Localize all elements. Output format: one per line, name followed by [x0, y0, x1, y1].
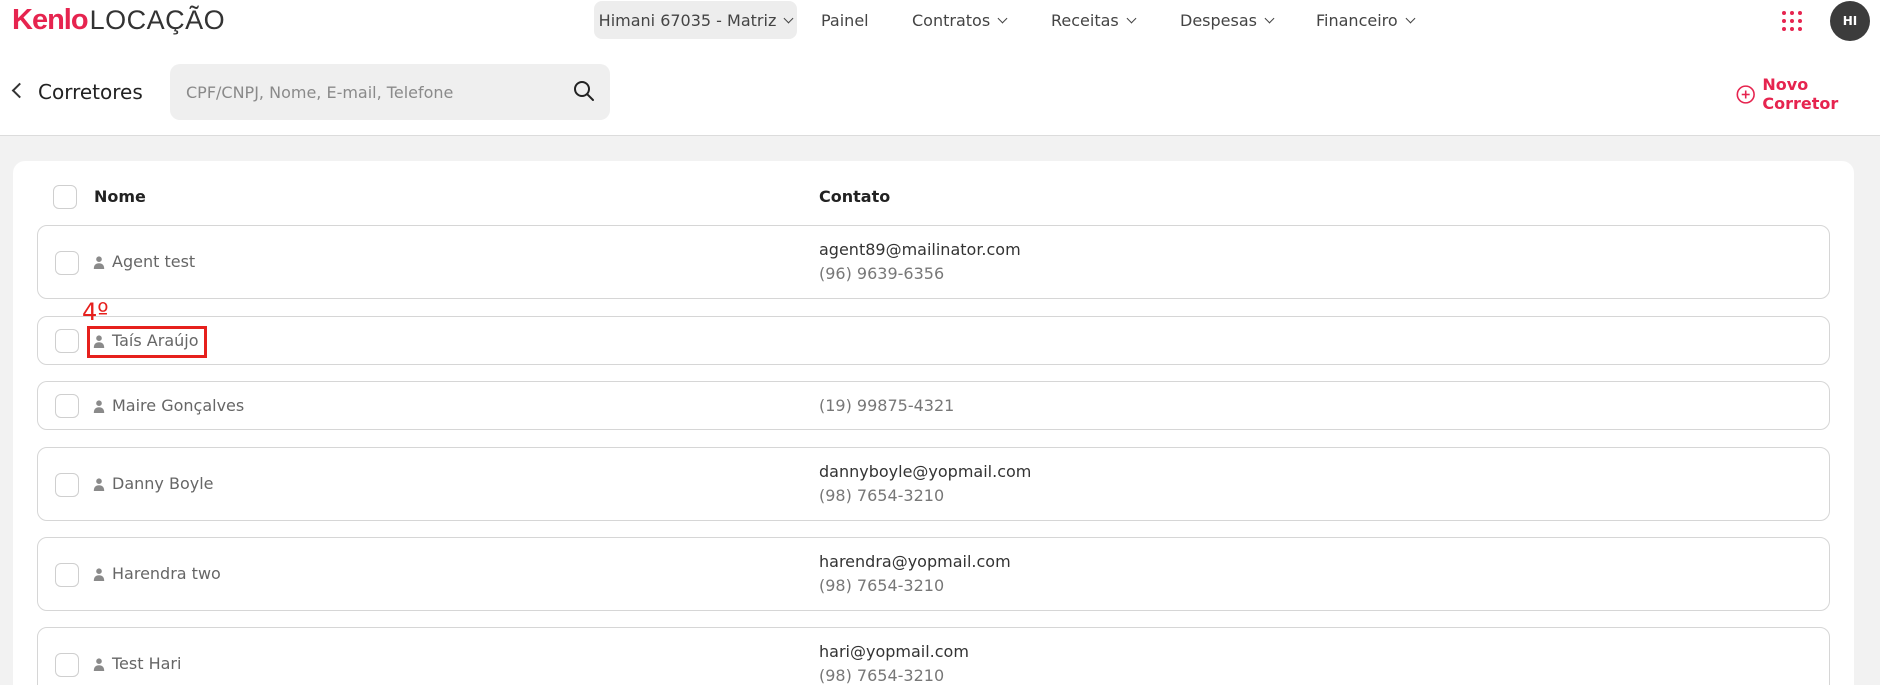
menu-painel-label: Painel	[821, 10, 869, 30]
broker-contact: agent89@mailinator.com (96) 9639-6356	[819, 238, 1021, 286]
table-row[interactable]: Agent test agent89@mailinator.com (96) 9…	[37, 225, 1830, 299]
kenlo-logo[interactable]: Kenlo LOCAÇÃO	[12, 4, 225, 36]
person-icon	[93, 568, 105, 581]
broker-phone: (98) 7654-3210	[819, 486, 945, 505]
table-row[interactable]: Maire Gonçalves (19) 99875-4321	[37, 381, 1830, 430]
broker-phone: (98) 7654-3210	[819, 666, 945, 685]
menu-despesas-label: Despesas	[1180, 10, 1257, 30]
broker-phone: (98) 7654-3210	[819, 576, 945, 595]
user-avatar[interactable]: HI	[1830, 1, 1870, 41]
menu-receitas-label: Receitas	[1051, 10, 1119, 30]
annotation-highlight-box	[87, 326, 207, 358]
menu-financeiro[interactable]: Financeiro	[1316, 9, 1416, 31]
branch-select-label: Himani 67035 - Matriz	[598, 10, 777, 30]
logo-product: LOCAÇÃO	[89, 5, 226, 35]
chevron-down-icon	[1405, 13, 1416, 23]
menu-despesas[interactable]: Despesas	[1180, 9, 1275, 31]
person-icon	[93, 478, 105, 491]
column-header-contact: Contato	[819, 187, 891, 206]
person-icon	[93, 256, 105, 269]
menu-contratos[interactable]: Contratos	[912, 9, 1008, 31]
broker-email: hari@yopmail.com	[819, 642, 969, 661]
broker-email: harendra@yopmail.com	[819, 552, 1011, 571]
page-title: Corretores	[38, 80, 143, 104]
broker-contact: hari@yopmail.com (98) 7654-3210	[819, 640, 969, 685]
menu-contratos-label: Contratos	[912, 10, 991, 30]
search-icon[interactable]	[572, 79, 596, 103]
branch-select[interactable]: Himani 67035 - Matriz	[594, 1, 797, 39]
logo-brand: Kenlo	[12, 4, 89, 36]
menu-receitas[interactable]: Receitas	[1051, 9, 1137, 31]
table-row[interactable]: Test Hari hari@yopmail.com (98) 7654-321…	[37, 627, 1830, 685]
apps-grid-icon[interactable]	[1782, 11, 1802, 31]
broker-name: Agent test	[112, 252, 196, 271]
person-icon	[93, 658, 105, 671]
row-checkbox[interactable]	[55, 329, 79, 353]
menu-financeiro-label: Financeiro	[1316, 10, 1398, 30]
chevron-down-icon	[783, 13, 794, 23]
row-checkbox[interactable]	[55, 653, 79, 677]
broker-name: Danny Boyle	[112, 474, 214, 493]
new-broker-label: Novo Corretor	[1762, 75, 1839, 113]
chevron-down-icon	[1126, 13, 1137, 23]
row-checkbox[interactable]	[55, 563, 79, 587]
table-row[interactable]: Taís Araújo	[37, 316, 1830, 365]
search-box	[170, 64, 610, 120]
table-row[interactable]: Harendra two harendra@yopmail.com (98) 7…	[37, 537, 1830, 611]
broker-name: Test Hari	[112, 654, 182, 673]
broker-name: Harendra two	[112, 564, 221, 583]
broker-contact: harendra@yopmail.com (98) 7654-3210	[819, 550, 1011, 598]
broker-name: Maire Gonçalves	[112, 396, 245, 415]
broker-contact: (19) 99875-4321	[819, 394, 954, 418]
row-checkbox[interactable]	[55, 394, 79, 418]
broker-phone: (96) 9639-6356	[819, 264, 945, 283]
plus-circle-icon	[1736, 84, 1755, 104]
chevron-down-icon	[1264, 13, 1275, 23]
back-arrow-icon[interactable]	[11, 82, 28, 99]
top-navbar: Kenlo LOCAÇÃO Himani 67035 - Matriz Pain…	[0, 0, 1880, 42]
annotation-label: 4º	[82, 298, 109, 326]
row-checkbox[interactable]	[55, 251, 79, 275]
broker-email: agent89@mailinator.com	[819, 240, 1021, 259]
broker-phone: (19) 99875-4321	[819, 396, 955, 415]
broker-email: dannyboyle@yopmail.com	[819, 462, 1032, 481]
chevron-down-icon	[997, 13, 1008, 23]
search-input[interactable]	[186, 64, 556, 120]
table-row[interactable]: Danny Boyle dannyboyle@yopmail.com (98) …	[37, 447, 1830, 521]
menu-painel[interactable]: Painel	[821, 9, 869, 31]
broker-contact: dannyboyle@yopmail.com (98) 7654-3210	[819, 460, 1031, 508]
person-icon	[93, 400, 105, 413]
new-broker-button[interactable]: Novo Corretor	[1736, 75, 1880, 113]
column-header-name: Nome	[94, 187, 146, 206]
row-checkbox[interactable]	[55, 473, 79, 497]
select-all-checkbox[interactable]	[53, 185, 77, 209]
page-header: Corretores Novo Corretor	[0, 42, 1880, 136]
